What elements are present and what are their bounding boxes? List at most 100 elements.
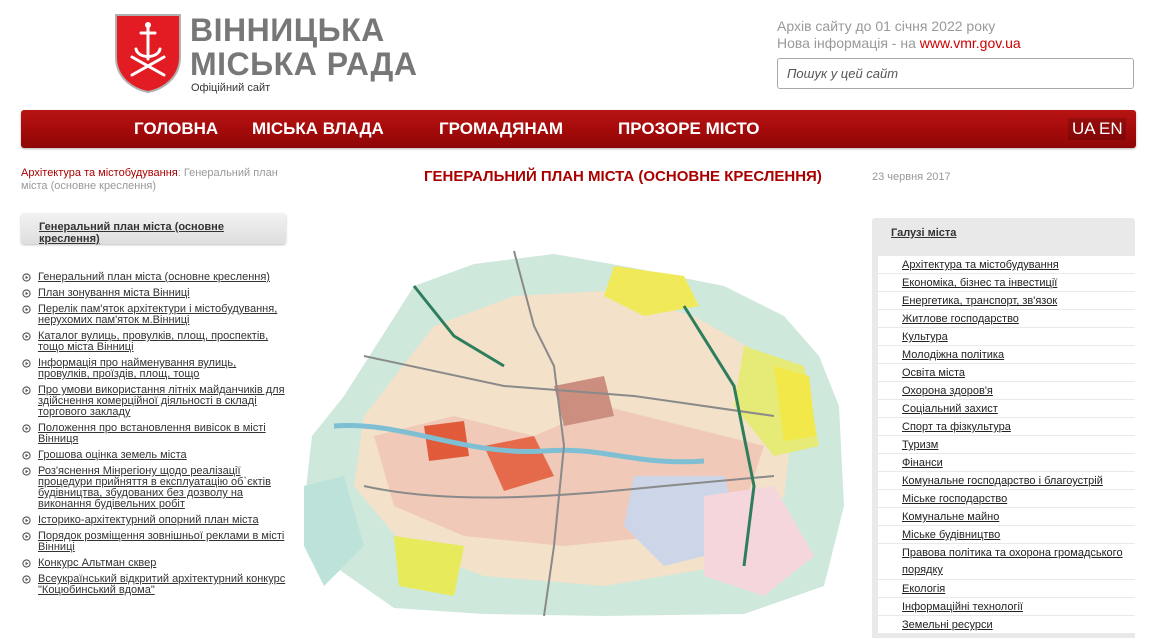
list-item: Грошова оцінка земель міста — [21, 450, 286, 461]
nav-item-city-government[interactable]: МІСЬКА ВЛАДА — [252, 110, 384, 148]
list-item: Екологія — [872, 580, 1135, 598]
right-link-municipal-property[interactable]: Комунальне майно — [902, 511, 999, 523]
right-link-economy[interactable]: Економіка, бізнес та інвестиції — [902, 277, 1057, 289]
right-panel-list: Архітектура та містобудування Економіка,… — [872, 256, 1135, 634]
site-title-line2: МІСЬКА РАДА — [190, 46, 418, 82]
left-link-monuments-list[interactable]: Перелік пам'яток архітектури і містобуду… — [38, 303, 277, 326]
left-link-street-naming[interactable]: Інформація про найменування вулиць, пров… — [38, 357, 236, 380]
bullet-icon — [22, 575, 31, 584]
list-item: Всеукраїнський відкритий архітектурний к… — [21, 574, 286, 596]
right-link-education[interactable]: Освіта міста — [902, 367, 965, 379]
list-item: Міське будівництво — [872, 526, 1135, 544]
list-item: Положення про встановлення вивісок в міс… — [21, 423, 286, 445]
archive-notice: Архів сайту до 01 січня 2022 року Нова і… — [777, 18, 1021, 52]
new-site-link[interactable]: www.vmr.gov.ua — [920, 35, 1021, 51]
left-link-general-plan[interactable]: Генеральний план міста (основне кресленн… — [38, 271, 270, 283]
list-item: Архітектура та містобудування — [872, 256, 1135, 274]
list-item: Економіка, бізнес та інвестиції — [872, 274, 1135, 292]
right-link-utilities[interactable]: Комунальне господарство і благоустрій — [902, 475, 1103, 487]
page-date: 23 червня 2017 — [872, 171, 951, 183]
left-link-summer-terraces[interactable]: Про умови використання літніх майданчикі… — [38, 384, 285, 418]
left-link-outdoor-advertising[interactable]: Порядок розміщення зовнішньої реклами в … — [38, 530, 284, 553]
nav-item-citizens[interactable]: ГРОМАДЯНАМ — [439, 110, 563, 148]
site-title-line1: ВІННИЦЬКА — [190, 12, 385, 48]
nav-item-transparent-city[interactable]: ПРОЗОРЕ МІСТО — [618, 110, 760, 148]
bullet-icon — [22, 386, 31, 395]
list-item: Туризм — [872, 436, 1135, 454]
left-link-minregion-clarification[interactable]: Роз'яснення Мінрегіону щодо реалізації п… — [38, 465, 271, 510]
list-item: Фінанси — [872, 454, 1135, 472]
right-link-tourism[interactable]: Туризм — [902, 439, 938, 451]
list-item: Охорона здоров'я — [872, 382, 1135, 400]
right-link-social-protection[interactable]: Соціальний захист — [902, 403, 998, 415]
right-link-youth-policy[interactable]: Молодіжна політика — [902, 349, 1004, 361]
general-plan-map-image[interactable] — [304, 246, 846, 616]
right-link-sport[interactable]: Спорт та фізкультура — [902, 421, 1011, 433]
right-link-ecology[interactable]: Екологія — [902, 583, 945, 595]
left-link-land-valuation[interactable]: Грошова оцінка земель міста — [38, 449, 187, 461]
left-panel-header-link[interactable]: Генеральний план міста (основне кресленн… — [39, 221, 286, 245]
right-link-city-economy[interactable]: Міське господарство — [902, 493, 1007, 505]
page-title: ГЕНЕРАЛЬНИЙ ПЛАН МІСТА (ОСНОВНЕ КРЕСЛЕНН… — [424, 168, 822, 185]
bullet-icon — [22, 332, 31, 341]
list-item: Міське господарство — [872, 490, 1135, 508]
nav-item-home[interactable]: ГОЛОВНА — [134, 110, 218, 148]
left-link-kotsiubynskyi-contest[interactable]: Всеукраїнський відкритий архітектурний к… — [38, 573, 285, 596]
archive-line2-prefix: Нова інформація - на — [777, 35, 920, 51]
bullet-icon — [22, 467, 31, 476]
right-link-city-construction[interactable]: Міське будівництво — [902, 529, 1000, 541]
lang-ua-link[interactable]: UA — [1072, 118, 1096, 140]
left-link-signage-rules[interactable]: Положення про встановлення вивісок в міс… — [38, 422, 266, 445]
list-item: Комунальне господарство і благоустрій — [872, 472, 1135, 490]
list-item: Освіта міста — [872, 364, 1135, 382]
city-coat-of-arms-logo[interactable] — [114, 13, 182, 93]
list-item: Порядок розміщення зовнішньої реклами в … — [21, 531, 286, 553]
bullet-icon — [22, 532, 31, 541]
lang-en-link[interactable]: EN — [1099, 118, 1123, 140]
right-link-culture[interactable]: Культура — [902, 331, 948, 343]
list-item: Спорт та фізкультура — [872, 418, 1135, 436]
list-item: Каталог вулиць, провулків, площ, проспек… — [21, 331, 286, 353]
list-item: Енергетика, транспорт, зв'язок — [872, 292, 1135, 310]
right-link-finance[interactable]: Фінанси — [902, 457, 943, 469]
site-title[interactable]: ВІННИЦЬКА МІСЬКА РАДА — [190, 13, 417, 81]
list-item: Історико-архітектурний опорний план міст… — [21, 515, 286, 526]
bullet-icon — [22, 424, 31, 433]
list-item: Перелік пам'яток архітектури і містобуду… — [21, 304, 286, 326]
right-panel: Галузі міста Архітектура та містобудуван… — [872, 218, 1135, 638]
right-link-healthcare[interactable]: Охорона здоров'я — [902, 385, 993, 397]
bullet-icon — [22, 273, 31, 282]
bullet-icon — [22, 359, 31, 368]
bullet-icon — [22, 289, 31, 298]
right-panel-header-link[interactable]: Галузі міста — [891, 227, 956, 239]
left-link-altman-square[interactable]: Конкурс Альтман сквер — [38, 557, 156, 569]
right-link-land-resources[interactable]: Земельні ресурси — [902, 619, 993, 631]
right-link-housing[interactable]: Житлове господарство — [902, 313, 1019, 325]
list-item: Роз'яснення Мінрегіону щодо реалізації п… — [21, 466, 286, 510]
right-link-energy-transport[interactable]: Енергетика, транспорт, зв'язок — [902, 295, 1057, 307]
bullet-icon — [22, 451, 31, 460]
list-item: План зонування міста Вінниці — [21, 288, 286, 299]
archive-line2: Нова інформація - на www.vmr.gov.ua — [777, 35, 1021, 52]
right-link-legal-policy[interactable]: Правова політика та охорона громадського… — [902, 545, 1128, 579]
right-link-architecture[interactable]: Архітектура та містобудування — [902, 259, 1059, 271]
archive-line1: Архів сайту до 01 січня 2022 року — [777, 18, 996, 34]
list-item: Культура — [872, 328, 1135, 346]
site-subtitle: Офіційний сайт — [191, 82, 271, 94]
list-item: Молодіжна політика — [872, 346, 1135, 364]
list-item: Житлове господарство — [872, 310, 1135, 328]
left-link-zoning-plan[interactable]: План зонування міста Вінниці — [38, 287, 190, 299]
right-link-it[interactable]: Інформаційні технології — [902, 601, 1023, 613]
breadcrumb-parent-link[interactable]: Архітектура та містобудування — [21, 167, 178, 179]
left-link-streets-catalog[interactable]: Каталог вулиць, провулків, площ, проспек… — [38, 330, 268, 353]
list-item: Про умови використання літніх майданчикі… — [21, 385, 286, 418]
left-panel-list: Генеральний план міста (основне кресленн… — [21, 272, 286, 601]
main-nav: ГОЛОВНА МІСЬКА ВЛАДА ГРОМАДЯНАМ ПРОЗОРЕ … — [21, 110, 1136, 148]
list-item: Соціальний захист — [872, 400, 1135, 418]
list-item: Комунальне майно — [872, 508, 1135, 526]
list-item: Конкурс Альтман сквер — [21, 558, 286, 569]
list-item: Інформація про найменування вулиць, пров… — [21, 358, 286, 380]
bullet-icon — [22, 305, 31, 314]
search-input[interactable] — [777, 58, 1134, 89]
left-link-historic-plan[interactable]: Історико-архітектурний опорний план міст… — [38, 514, 259, 526]
